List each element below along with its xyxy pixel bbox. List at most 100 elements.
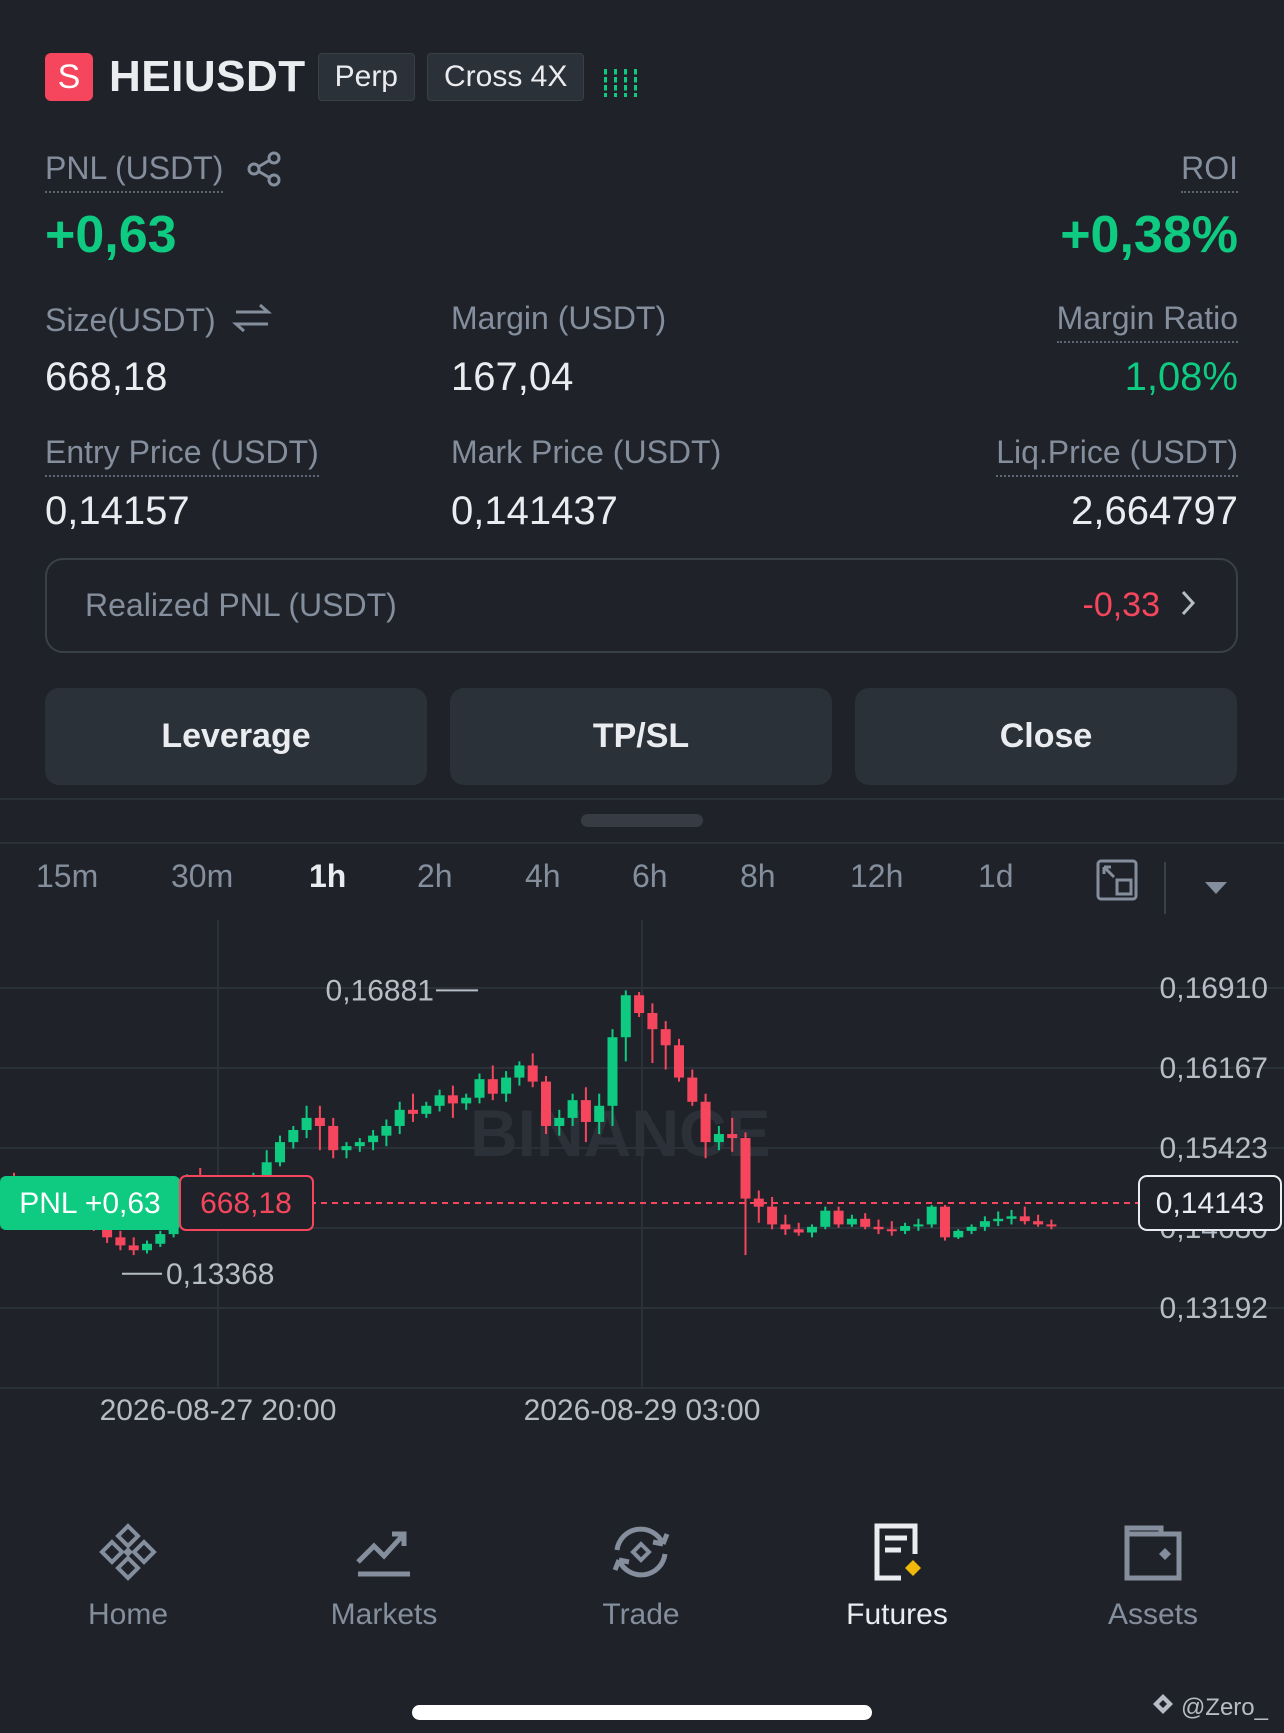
tpsl-button[interactable]: TP/SL: [450, 688, 832, 785]
candle-body: [1033, 1221, 1044, 1225]
candle-body: [886, 1229, 897, 1232]
candle-body: [953, 1230, 964, 1238]
tab-12h[interactable]: 12h: [850, 858, 903, 895]
entry-price-label[interactable]: Entry Price (USDT): [45, 434, 319, 477]
close-position-button[interactable]: Close: [855, 688, 1237, 785]
fullscreen-icon[interactable]: [1095, 858, 1139, 907]
candle-body: [474, 1079, 485, 1098]
futures-icon: [874, 1523, 921, 1581]
realized-pnl-row[interactable]: Realized PNL (USDT) -0,33: [45, 558, 1238, 653]
nav-assets[interactable]: Assets: [1043, 1520, 1263, 1632]
size-label: Size(USDT): [45, 302, 216, 338]
margin-ratio-value: 1,08%: [1124, 355, 1238, 399]
margin-ratio-label[interactable]: Margin Ratio: [1056, 300, 1238, 343]
candle-body: [314, 1117, 325, 1126]
tab-4h[interactable]: 4h: [525, 858, 561, 895]
tab-1h[interactable]: 1h: [309, 858, 346, 895]
realized-pnl-value: -0,33: [1082, 586, 1161, 624]
candle-body: [501, 1077, 512, 1094]
nav-futures[interactable]: Futures: [787, 1520, 1007, 1632]
candle-body: [514, 1065, 525, 1078]
nav-futures-label: Futures: [846, 1598, 948, 1631]
pnl-label[interactable]: PNL (USDT): [45, 150, 224, 193]
low-price-label: 0,13368: [166, 1258, 274, 1291]
tab-15m[interactable]: 15m: [36, 858, 98, 895]
candle-body: [261, 1162, 272, 1177]
liq-price-label[interactable]: Liq.Price (USDT): [996, 434, 1238, 477]
trade-icon: [612, 1526, 670, 1578]
tab-1d[interactable]: 1d: [978, 858, 1014, 895]
candle-body: [620, 995, 631, 1038]
short-side-badge: S: [45, 53, 93, 101]
tab-30m[interactable]: 30m: [171, 858, 233, 895]
candle-body: [727, 1134, 738, 1139]
nav-home[interactable]: Home: [18, 1520, 238, 1632]
candle-body: [341, 1146, 352, 1151]
candle-body: [1046, 1224, 1057, 1227]
candle-body: [807, 1226, 817, 1233]
candle-body: [288, 1130, 299, 1143]
liq-price-value: 2,664797: [1071, 489, 1238, 533]
candle-body: [767, 1206, 778, 1225]
mark-price-value: 0,141437: [451, 489, 618, 533]
chevron-right-icon: [1178, 588, 1198, 623]
roi-label[interactable]: ROI: [1181, 150, 1238, 193]
nav-trade-label: Trade: [602, 1598, 680, 1631]
margin-mode-tag[interactable]: Cross 4X: [427, 53, 585, 101]
candle-body: [687, 1077, 698, 1102]
section-divider: [0, 798, 1284, 800]
price-axis: 0,169100,161670,154230,146800,13192: [1160, 972, 1268, 1325]
candle-body: [301, 1117, 312, 1131]
last-price-label: 0,14143: [1156, 1187, 1264, 1220]
candle-body: [527, 1065, 538, 1082]
pnl-label-group: PNL (USDT): [45, 150, 283, 193]
candle-body: [368, 1135, 379, 1143]
candle-body: [634, 995, 645, 1014]
y-tick-label: 0,16167: [1160, 1052, 1268, 1085]
toolbar-separator: [1164, 862, 1166, 914]
candle-body: [833, 1210, 844, 1225]
candle-body: [700, 1101, 711, 1143]
candle-body: [567, 1100, 578, 1118]
candle-body: [713, 1134, 724, 1143]
time-axis: 2026-08-27 20:00 2026-08-29 03:00: [100, 1394, 761, 1427]
candle-body: [541, 1081, 551, 1126]
nav-trade[interactable]: Trade: [531, 1520, 751, 1632]
candle-body: [394, 1109, 405, 1126]
tab-6h[interactable]: 6h: [632, 858, 668, 895]
candle-body: [142, 1243, 152, 1251]
candle-body: [580, 1100, 591, 1122]
size-value: 668,18: [45, 355, 168, 399]
candle-body: [647, 1013, 658, 1030]
symbol-title[interactable]: HEIUSDT: [109, 52, 306, 102]
candle-body: [487, 1079, 498, 1094]
candlestick-chart[interactable]: BINANCE 0,169100,161670,154230,146800,13…: [0, 920, 1284, 1500]
share-icon[interactable]: [245, 150, 283, 193]
entry-price-value: 0,14157: [45, 489, 190, 533]
tab-2h[interactable]: 2h: [417, 858, 453, 895]
nav-markets[interactable]: Markets: [274, 1520, 494, 1632]
candle-body: [966, 1226, 977, 1231]
roi-value: +0,38%: [1060, 206, 1238, 264]
candle-body: [674, 1045, 684, 1078]
candle-body: [660, 1029, 671, 1046]
candle-body: [554, 1117, 565, 1126]
drag-handle[interactable]: [581, 814, 703, 827]
credit-watermark: @Zero_: [1151, 1692, 1268, 1723]
candle-body: [873, 1226, 884, 1230]
nav-markets-label: Markets: [330, 1598, 438, 1631]
tab-8h[interactable]: 8h: [740, 858, 776, 895]
dropdown-caret-icon[interactable]: [1203, 880, 1229, 901]
leverage-button[interactable]: Leverage: [45, 688, 427, 785]
high-price-label: 0,16881: [326, 974, 434, 1007]
candle-body: [793, 1229, 804, 1233]
candle-body: [1006, 1216, 1017, 1219]
swap-icon[interactable]: [231, 300, 272, 341]
assets-icon: [1124, 1525, 1182, 1581]
candle-body: [913, 1224, 924, 1227]
home-icon: [99, 1523, 157, 1581]
candle-body: [820, 1210, 831, 1227]
margin-label: Margin (USDT): [451, 300, 667, 336]
nav-home-label: Home: [87, 1598, 169, 1631]
candle-body: [979, 1221, 990, 1227]
